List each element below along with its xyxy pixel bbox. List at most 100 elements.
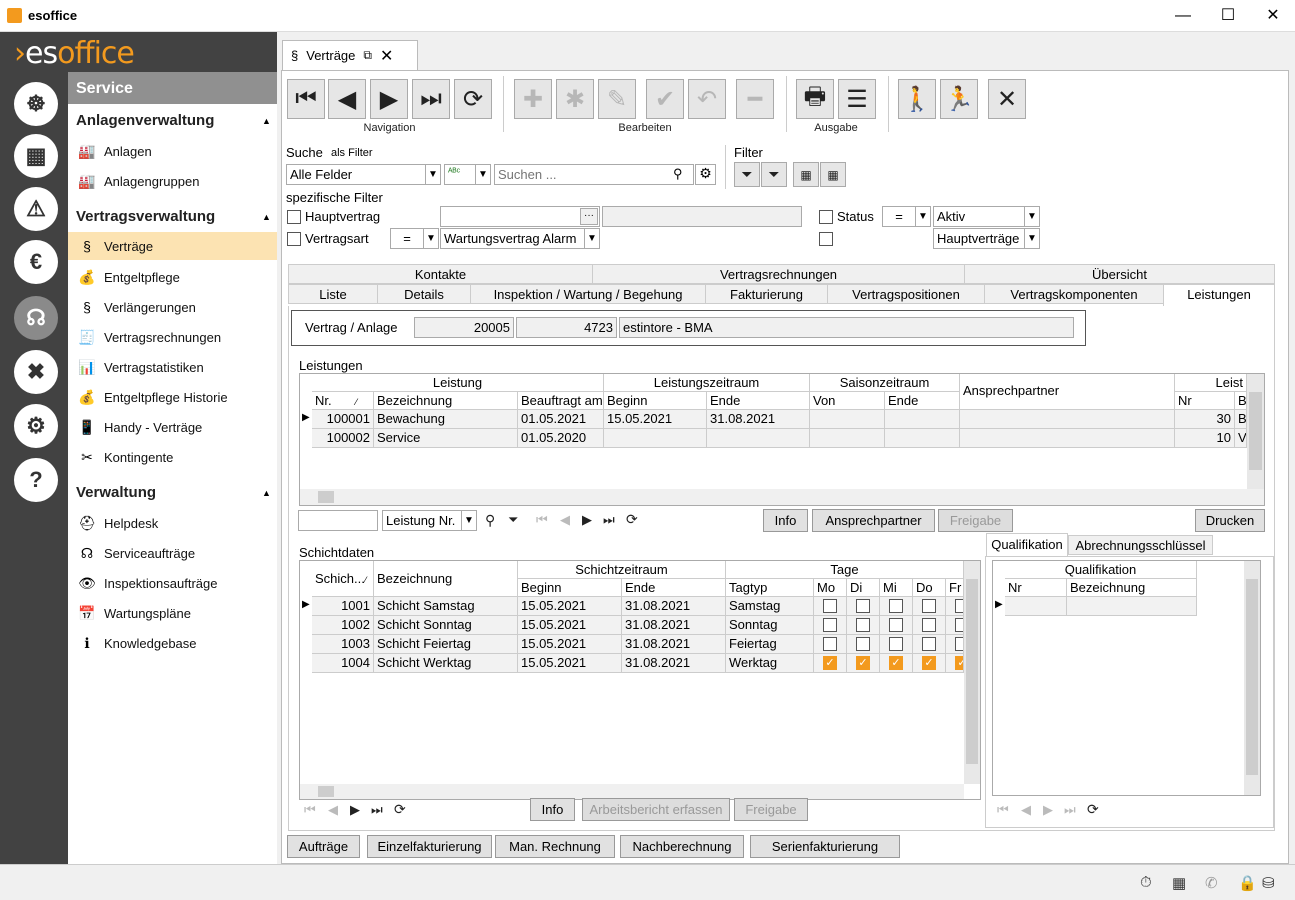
- undo-button[interactable]: ↶: [688, 79, 726, 119]
- maximize-button[interactable]: ☐: [1205, 0, 1251, 32]
- day-checkbox[interactable]: [922, 599, 936, 613]
- last-record-button[interactable]: ⏭: [412, 79, 450, 119]
- table-cell[interactable]: 10: [1175, 429, 1235, 448]
- day-checkbox[interactable]: [955, 637, 963, 651]
- column-do[interactable]: Do: [913, 579, 946, 597]
- table-cell[interactable]: 1002: [312, 616, 374, 635]
- collapse-icon[interactable]: ▲: [262, 488, 271, 498]
- filter-building-icon[interactable]: ▦: [820, 162, 846, 187]
- table-cell[interactable]: Bewachung: [374, 410, 518, 429]
- table-cell[interactable]: 100001: [312, 410, 374, 429]
- floorplan-icon[interactable]: ▦: [14, 134, 58, 178]
- table-cell[interactable]: [810, 410, 885, 429]
- more-button[interactable]: ···: [580, 208, 598, 225]
- status-select[interactable]: Aktiv: [933, 206, 1025, 227]
- chevron-down-icon[interactable]: ▼: [461, 510, 477, 531]
- table-cell[interactable]: Schicht Werktag: [374, 654, 518, 673]
- collapse-icon[interactable]: ▲: [262, 212, 271, 222]
- filter-icon[interactable]: ⏷: [734, 162, 760, 187]
- next-record-button[interactable]: ▶: [370, 79, 408, 119]
- first-record-button[interactable]: ⏮: [287, 79, 325, 119]
- table-cell[interactable]: 31.08.2021: [707, 410, 810, 429]
- refresh-icon[interactable]: ⟳: [1087, 801, 1099, 818]
- day-checkbox[interactable]: [889, 599, 903, 613]
- day-checkbox[interactable]: [922, 618, 936, 632]
- previous-record-button[interactable]: ◀: [328, 79, 366, 119]
- freigabe-button[interactable]: Freigabe: [938, 509, 1013, 532]
- column-di[interactable]: Di: [847, 579, 880, 597]
- nav-item-entgeltpflege-historie[interactable]: 💰 Entgeltpflege Historie: [76, 383, 276, 411]
- next-record-icon[interactable]: ▶: [350, 802, 360, 818]
- table-cell[interactable]: [1005, 597, 1067, 616]
- tools-icon[interactable]: ✖: [14, 350, 58, 394]
- money-icon[interactable]: €: [14, 240, 58, 284]
- column-schicht-nr[interactable]: Schich...⁄: [312, 561, 374, 597]
- checked-checkbox[interactable]: ✓: [889, 656, 903, 670]
- column-schicht-ende[interactable]: Ende: [622, 579, 726, 597]
- column-mo[interactable]: Mo: [814, 579, 847, 597]
- lock-icon[interactable]: 🔒: [1238, 874, 1257, 892]
- checked-checkbox[interactable]: ✓: [823, 656, 837, 670]
- cancel-button[interactable]: ✕: [988, 79, 1026, 119]
- column-schicht-beginn[interactable]: Beginn: [518, 579, 622, 597]
- horizontal-scrollbar[interactable]: [300, 489, 1264, 505]
- schicht-freigabe-button[interactable]: Freigabe: [734, 798, 808, 821]
- print-button[interactable]: 🖶: [796, 79, 834, 119]
- alarm-light-icon[interactable]: ⚠: [14, 187, 58, 231]
- table-cell[interactable]: [960, 410, 1175, 429]
- walk-icon[interactable]: 🚶: [898, 79, 936, 119]
- vertragsart-select[interactable]: Wartungsvertrag Alarm: [440, 228, 585, 249]
- search-icon[interactable]: ⚲: [673, 166, 683, 182]
- nav-item-knowledgebase[interactable]: ℹ Knowledgebase: [76, 629, 276, 657]
- table-cell[interactable]: 15.05.2021: [518, 635, 622, 654]
- table-cell[interactable]: [1067, 597, 1197, 616]
- tab-vertragskomponenten[interactable]: Vertragskomponenten: [984, 284, 1164, 304]
- table-cell[interactable]: B: [1235, 410, 1247, 429]
- table-cell[interactable]: 31.08.2021: [622, 597, 726, 616]
- table-cell[interactable]: [885, 410, 960, 429]
- close-window-button[interactable]: ✕: [1250, 0, 1295, 32]
- add-multiple-button[interactable]: ✱: [556, 79, 594, 119]
- table-cell[interactable]: Service: [374, 429, 518, 448]
- column-mi[interactable]: Mi: [880, 579, 913, 597]
- table-cell[interactable]: 1003: [312, 635, 374, 654]
- first-record-icon[interactable]: ⏮: [997, 802, 1009, 818]
- nav-group-vertragsverwaltung[interactable]: Vertragsverwaltung: [76, 208, 215, 225]
- status-operator-select[interactable]: =: [882, 206, 916, 227]
- document-tab[interactable]: § Verträge ⧉ ✕: [282, 40, 418, 70]
- tab-abrechnungsschluessel[interactable]: Abrechnungsschlüssel: [1068, 535, 1213, 555]
- hauptvertrag-checkbox[interactable]: [287, 210, 301, 224]
- help-icon[interactable]: ?: [14, 458, 58, 502]
- next-record-icon[interactable]: ▶: [582, 512, 592, 528]
- next-record-icon[interactable]: ▶: [1043, 802, 1053, 818]
- chevron-down-icon[interactable]: ▼: [475, 164, 491, 185]
- nav-item-anlagengruppen[interactable]: 🏭 Anlagengruppen: [76, 167, 276, 195]
- einzelfakturierung-button[interactable]: Einzelfakturierung: [367, 835, 492, 858]
- search-input[interactable]: [494, 164, 694, 185]
- table-cell[interactable]: 01.05.2020: [518, 429, 604, 448]
- tab-inspektion[interactable]: Inspektion / Wartung / Begehung: [470, 284, 706, 304]
- nav-item-kontingente[interactable]: ✂ Kontingente: [76, 443, 276, 471]
- day-checkbox[interactable]: [823, 618, 837, 632]
- minimize-button[interactable]: —: [1160, 0, 1206, 32]
- checked-checkbox[interactable]: ✓: [955, 656, 963, 670]
- search-icon[interactable]: ⚲: [485, 512, 495, 529]
- tab-uebersicht[interactable]: Übersicht: [964, 264, 1275, 284]
- table-cell[interactable]: 01.05.2021: [518, 410, 604, 429]
- nav-item-verlaengerungen[interactable]: § Verlängerungen: [76, 293, 276, 321]
- database-icon[interactable]: ⛁: [1262, 874, 1275, 892]
- table-cell[interactable]: [885, 429, 960, 448]
- refresh-icon[interactable]: ⟳: [626, 511, 638, 528]
- sort-field-select[interactable]: Leistung Nr.: [382, 510, 462, 531]
- nav-item-vertragstatistiken[interactable]: 📊 Vertragstatistiken: [76, 353, 276, 381]
- table-cell[interactable]: 31.08.2021: [622, 635, 726, 654]
- column-ansprechpartner[interactable]: Ansprechpartner: [960, 374, 1175, 410]
- table-cell[interactable]: [810, 429, 885, 448]
- nav-item-serviceauftraege[interactable]: ☊ Serviceaufträge: [76, 539, 276, 567]
- abc-icon[interactable]: ᴬᴮᶜ: [444, 164, 476, 185]
- column-fr[interactable]: Fr: [946, 579, 964, 597]
- column-bezeichnung[interactable]: Bezeichnung: [374, 392, 518, 410]
- edit-button[interactable]: ✎: [598, 79, 636, 119]
- tab-kontakte[interactable]: Kontakte: [288, 264, 593, 284]
- day-checkbox[interactable]: [889, 637, 903, 651]
